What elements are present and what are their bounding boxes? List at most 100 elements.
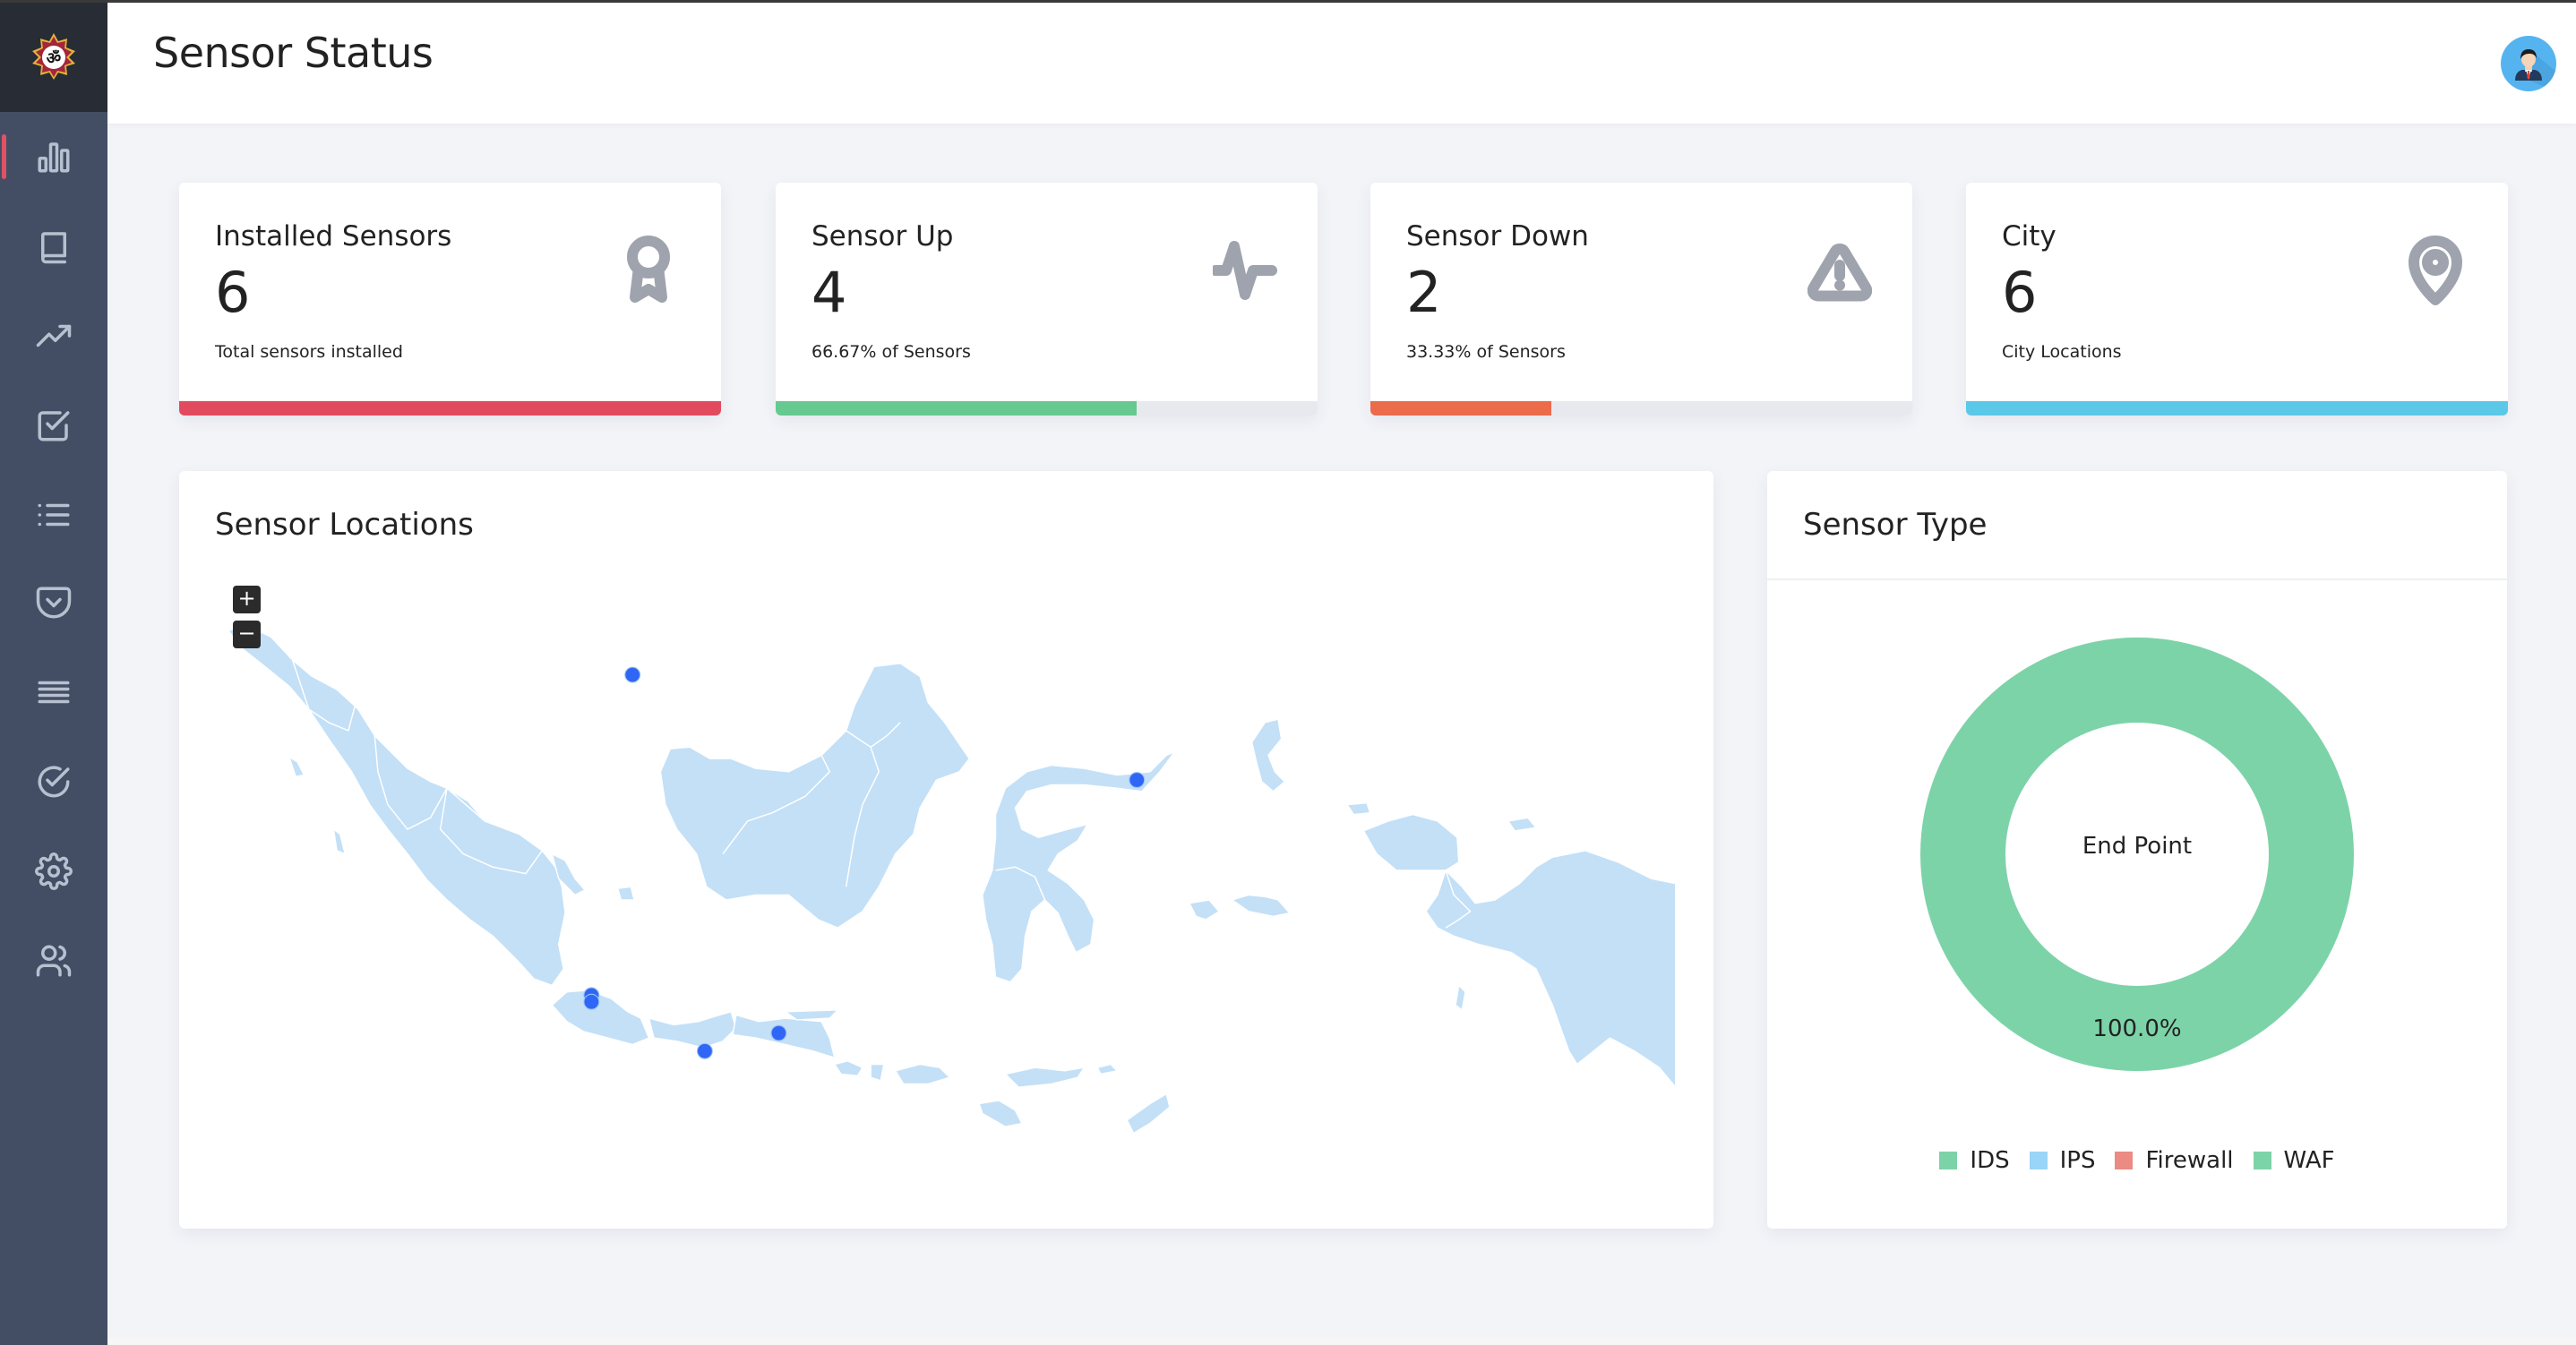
map-region-papua-bird bbox=[1362, 813, 1460, 871]
map-region-seram bbox=[1231, 894, 1291, 918]
legend-item-waf[interactable]: WAF bbox=[2253, 1147, 2335, 1174]
stat-value: 6 bbox=[215, 260, 251, 325]
stat-subtext: 33.33% of Sensors bbox=[1406, 342, 1566, 362]
map-region-java-west bbox=[551, 989, 650, 1046]
stat-card-sensor-down: Sensor Down 2 33.33% of Sensors bbox=[1370, 183, 1912, 415]
legend-item-firewall[interactable]: Firewall bbox=[2115, 1147, 2234, 1174]
menu-lines-icon bbox=[38, 681, 70, 704]
sidebar-logo[interactable]: ॐ bbox=[0, 0, 107, 112]
zoom-out-button[interactable]: − bbox=[233, 621, 261, 648]
sensor-marker[interactable] bbox=[1129, 772, 1146, 788]
sidebar-item-tasks[interactable] bbox=[0, 394, 107, 457]
zoom-in-button[interactable]: + bbox=[233, 586, 261, 613]
map-region-kalimantan bbox=[659, 662, 970, 929]
stat-progress-track bbox=[1370, 401, 1912, 415]
map-region-java-central bbox=[648, 1011, 737, 1049]
stat-progress-fill bbox=[776, 401, 1138, 415]
gear-icon bbox=[35, 852, 73, 890]
sensor-marker[interactable] bbox=[770, 1024, 787, 1041]
sidebar: ॐ bbox=[0, 0, 107, 1345]
sidebar-item-trends[interactable] bbox=[0, 304, 107, 367]
trending-up-icon bbox=[36, 324, 72, 347]
alert-triangle-icon bbox=[1807, 243, 1873, 302]
stat-progress-fill bbox=[1966, 401, 2508, 415]
stat-subtext: City Locations bbox=[2002, 342, 2122, 362]
award-icon bbox=[627, 236, 670, 303]
map-region-nias bbox=[288, 756, 305, 778]
map-region-halmahera bbox=[1250, 718, 1286, 792]
map-region-alor bbox=[1096, 1063, 1118, 1075]
map-region-belitung bbox=[616, 886, 635, 901]
sidebar-item-menu[interactable] bbox=[0, 661, 107, 724]
donut-center-label: End Point bbox=[2082, 833, 2193, 860]
chart-legend: IDS IPS Firewall WAF bbox=[1767, 1147, 2507, 1174]
stat-value: 4 bbox=[811, 260, 847, 325]
list-icon bbox=[38, 503, 70, 527]
user-avatar-icon bbox=[2515, 49, 2556, 91]
map-region-bali bbox=[834, 1060, 863, 1077]
stat-progress-track bbox=[179, 401, 721, 415]
stat-progress-track bbox=[776, 401, 1318, 415]
map-pin-icon bbox=[2409, 236, 2462, 305]
sensor-marker[interactable] bbox=[696, 1042, 713, 1059]
map-region-biak bbox=[1507, 817, 1537, 832]
legend-label: Firewall bbox=[2145, 1147, 2234, 1174]
legend-swatch bbox=[1939, 1152, 1958, 1169]
book-icon bbox=[41, 232, 66, 264]
donut-slice-label: 100.0% bbox=[2092, 1015, 2182, 1042]
map-region-papua bbox=[1425, 850, 1677, 1088]
map-region-lombok bbox=[870, 1063, 885, 1082]
stat-label: Sensor Down bbox=[1406, 220, 1589, 253]
map-region-sumbawa bbox=[894, 1063, 950, 1085]
map-region-aru bbox=[1455, 984, 1466, 1011]
page-title: Sensor Status bbox=[153, 29, 434, 77]
window-top-border bbox=[0, 0, 2576, 3]
map-region-flores bbox=[1004, 1067, 1086, 1088]
sidebar-item-shield[interactable] bbox=[0, 571, 107, 634]
stat-progress-track bbox=[1966, 401, 2508, 415]
activity-icon bbox=[1210, 241, 1277, 300]
legend-label: IPS bbox=[2059, 1147, 2096, 1174]
stat-subtext: 66.67% of Sensors bbox=[811, 342, 971, 362]
legend-label: WAF bbox=[2283, 1147, 2335, 1174]
legend-swatch bbox=[2115, 1152, 2134, 1169]
stat-label: City bbox=[2002, 220, 2057, 253]
brand-logo-icon: ॐ bbox=[32, 32, 75, 80]
stat-subtext: Total sensors installed bbox=[215, 342, 403, 362]
map-region-sumba bbox=[978, 1100, 1023, 1127]
sidebar-item-users[interactable] bbox=[0, 930, 107, 992]
stat-value: 2 bbox=[1406, 260, 1442, 325]
check-square-icon bbox=[38, 411, 70, 441]
sidebar-item-dashboard[interactable] bbox=[0, 125, 107, 188]
sidebar-item-list[interactable] bbox=[0, 484, 107, 546]
sidebar-item-status[interactable] bbox=[0, 750, 107, 813]
bar-chart-icon bbox=[38, 142, 70, 173]
map-region-mentawai bbox=[332, 828, 346, 855]
pocket-shield-icon bbox=[36, 587, 72, 619]
stat-value: 6 bbox=[2002, 260, 2038, 325]
legend-label: IDS bbox=[1970, 1147, 2010, 1174]
users-icon bbox=[36, 945, 72, 977]
map-region-timor bbox=[1126, 1092, 1171, 1135]
top-header: Sensor Status bbox=[107, 0, 2576, 124]
check-circle-icon bbox=[38, 766, 70, 798]
sensor-type-panel: Sensor Type End Point 100.0% IDS IPS Fir… bbox=[1767, 471, 2507, 1229]
stat-label: Installed Sensors bbox=[215, 220, 452, 253]
stat-card-sensor-up: Sensor Up 4 66.67% of Sensors bbox=[776, 183, 1318, 415]
legend-item-ips[interactable]: IPS bbox=[2029, 1147, 2096, 1174]
sensor-locations-panel: Sensor Locations + − bbox=[179, 471, 1713, 1229]
user-avatar[interactable] bbox=[2501, 36, 2556, 91]
sensor-marker[interactable] bbox=[624, 666, 641, 683]
map-region-sulawesi bbox=[982, 751, 1176, 983]
stat-progress-fill bbox=[1370, 401, 1551, 415]
sidebar-item-settings[interactable] bbox=[0, 840, 107, 903]
legend-item-ids[interactable]: IDS bbox=[1939, 1147, 2010, 1174]
stat-card-city: City 6 City Locations bbox=[1966, 183, 2508, 415]
stat-label: Sensor Up bbox=[811, 220, 954, 253]
indonesia-map[interactable] bbox=[179, 471, 1713, 1229]
sidebar-item-docs[interactable] bbox=[0, 215, 107, 278]
map-region-maluku-small bbox=[1346, 801, 1371, 816]
stat-progress-fill bbox=[179, 401, 721, 415]
sensor-marker[interactable] bbox=[583, 993, 600, 1010]
page-footer-band bbox=[107, 1338, 2576, 1345]
